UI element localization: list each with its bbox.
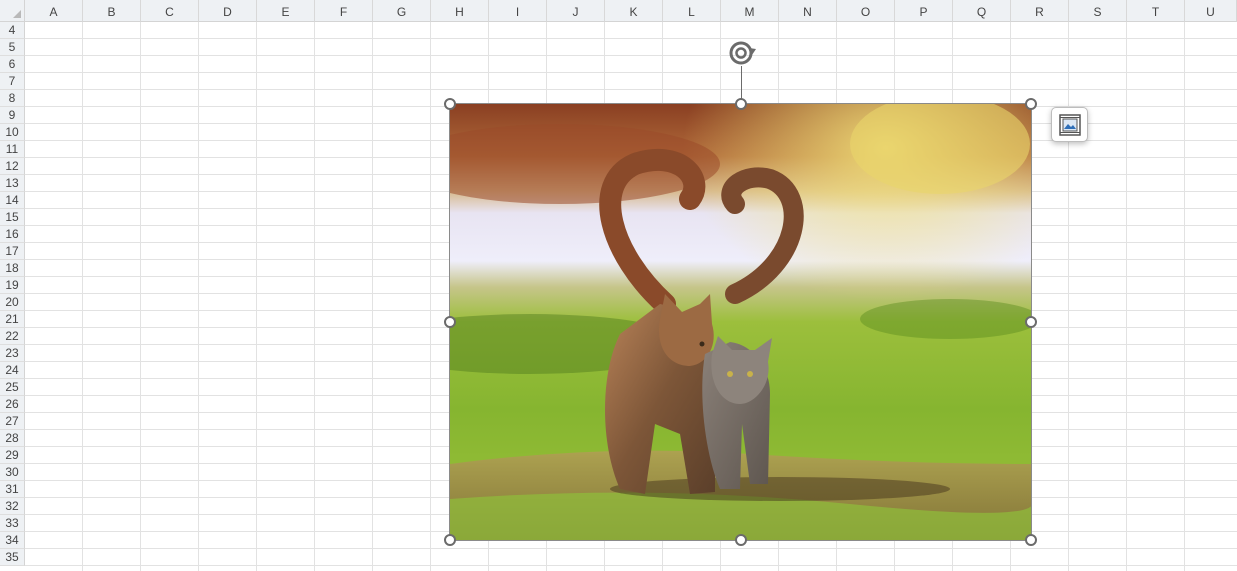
column-header-u[interactable]: U: [1185, 0, 1237, 22]
row-header-13[interactable]: 13: [0, 175, 25, 192]
column-header-g[interactable]: G: [373, 0, 431, 22]
row-header-16[interactable]: 16: [0, 226, 25, 243]
row-header-23[interactable]: 23: [0, 345, 25, 362]
column-header-h[interactable]: H: [431, 0, 489, 22]
row-header-11[interactable]: 11: [0, 141, 25, 158]
column-header-l[interactable]: L: [663, 0, 721, 22]
column-header-i[interactable]: I: [489, 0, 547, 22]
column-header-j[interactable]: J: [547, 0, 605, 22]
row-header-10[interactable]: 10: [0, 124, 25, 141]
row-header-31[interactable]: 31: [0, 481, 25, 498]
row-header-32[interactable]: 32: [0, 498, 25, 515]
row-header-17[interactable]: 17: [0, 243, 25, 260]
row-header-6[interactable]: 6: [0, 56, 25, 73]
row-header-27[interactable]: 27: [0, 413, 25, 430]
column-header-q[interactable]: Q: [953, 0, 1011, 22]
resize-handle-left[interactable]: [444, 316, 456, 328]
row-header-18[interactable]: 18: [0, 260, 25, 277]
resize-handle-bottom-right[interactable]: [1025, 534, 1037, 546]
row-header-20[interactable]: 20: [0, 294, 25, 311]
column-header-r[interactable]: R: [1011, 0, 1069, 22]
column-header-m[interactable]: M: [721, 0, 779, 22]
resize-handle-bottom[interactable]: [735, 534, 747, 546]
row-header-21[interactable]: 21: [0, 311, 25, 328]
column-header-s[interactable]: S: [1069, 0, 1127, 22]
resize-handle-top-left[interactable]: [444, 98, 456, 110]
select-all-corner[interactable]: [0, 0, 25, 22]
resize-handle-top[interactable]: [735, 98, 747, 110]
row-header-26[interactable]: 26: [0, 396, 25, 413]
cat-photo-image: [450, 104, 1031, 540]
column-header-b[interactable]: B: [83, 0, 141, 22]
column-header-p[interactable]: P: [895, 0, 953, 22]
row-header-33[interactable]: 33: [0, 515, 25, 532]
column-header-o[interactable]: O: [837, 0, 895, 22]
column-header-f[interactable]: F: [315, 0, 373, 22]
row-header-19[interactable]: 19: [0, 277, 25, 294]
row-header-35[interactable]: 35: [0, 549, 25, 566]
row-header-15[interactable]: 15: [0, 209, 25, 226]
row-header-14[interactable]: 14: [0, 192, 25, 209]
column-header-k[interactable]: K: [605, 0, 663, 22]
layout-options-icon: [1059, 114, 1081, 136]
column-header-a[interactable]: A: [25, 0, 83, 22]
row-header-29[interactable]: 29: [0, 447, 25, 464]
column-header-e[interactable]: E: [257, 0, 315, 22]
row-header-28[interactable]: 28: [0, 430, 25, 447]
layout-options-button[interactable]: [1051, 107, 1088, 142]
resize-handle-top-right[interactable]: [1025, 98, 1037, 110]
row-header-34[interactable]: 34: [0, 532, 25, 549]
column-header-t[interactable]: T: [1127, 0, 1185, 22]
row-header-22[interactable]: 22: [0, 328, 25, 345]
resize-handle-right[interactable]: [1025, 316, 1037, 328]
rotate-handle-icon[interactable]: [725, 37, 757, 69]
column-header-d[interactable]: D: [199, 0, 257, 22]
row-header-30[interactable]: 30: [0, 464, 25, 481]
row-header-5[interactable]: 5: [0, 39, 25, 56]
column-header-c[interactable]: C: [141, 0, 199, 22]
column-header-n[interactable]: N: [779, 0, 837, 22]
row-header-4[interactable]: 4: [0, 22, 25, 39]
row-header-25[interactable]: 25: [0, 379, 25, 396]
row-header-9[interactable]: 9: [0, 107, 25, 124]
row-header-24[interactable]: 24: [0, 362, 25, 379]
row-header-8[interactable]: 8: [0, 90, 25, 107]
row-header-12[interactable]: 12: [0, 158, 25, 175]
row-header-7[interactable]: 7: [0, 73, 25, 90]
cat-picture[interactable]: [449, 103, 1032, 541]
resize-handle-bottom-left[interactable]: [444, 534, 456, 546]
